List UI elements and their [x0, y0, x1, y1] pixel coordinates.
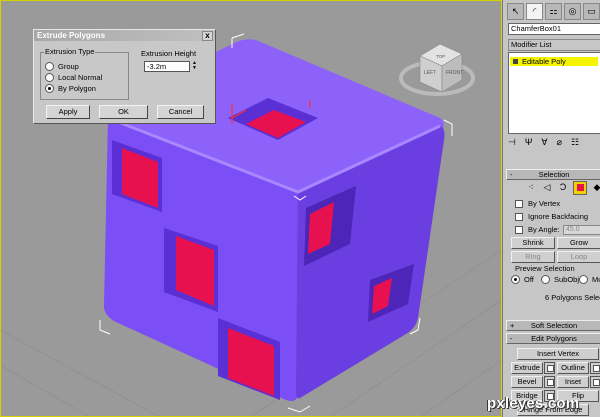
show-end-result-icon[interactable]: Ψ — [525, 137, 533, 151]
dialog-close-button[interactable]: x — [202, 31, 213, 41]
extrusion-type-label: Extrusion Type — [44, 47, 96, 56]
ok-button[interactable]: OK — [99, 105, 148, 119]
radio-group[interactable]: Group — [45, 62, 79, 71]
by-angle-checkbox[interactable]: By Angle: — [515, 225, 560, 234]
remove-modifier-icon[interactable]: ⌀ — [557, 137, 562, 151]
vertex-icon[interactable]: ⁖ — [525, 181, 537, 193]
dialog-title-bar[interactable]: Extrude Polygons x — [34, 30, 215, 41]
create-tab-icon[interactable]: ↖ — [507, 3, 524, 20]
radio-by-polygon-label: By Polygon — [58, 84, 96, 93]
inset-button[interactable]: Inset — [557, 376, 589, 388]
viewcube-top-label: TOP — [436, 54, 445, 59]
make-unique-icon[interactable]: ∀ — [541, 137, 547, 151]
selection-rollout-header[interactable]: - Selection — [506, 169, 600, 180]
radio-group-label: Group — [58, 62, 79, 71]
pin-stack-icon[interactable]: ⊣ — [508, 137, 516, 151]
preview-off-radio[interactable]: Off — [511, 275, 534, 284]
radio-button[interactable] — [45, 73, 54, 82]
bevel-button[interactable]: Bevel — [511, 376, 543, 388]
stack-item-label: Editable Poly — [522, 57, 566, 66]
edit-polygons-title: Edit Polygons — [531, 334, 577, 343]
angle-field[interactable]: 45.0 — [563, 225, 600, 235]
stack-tools: ⊣ Ψ ∀ ⌀ ☷ — [508, 137, 600, 151]
modifier-stack[interactable]: Editable Poly — [508, 52, 600, 134]
apply-button[interactable]: Apply — [46, 105, 90, 119]
by-angle-label: By Angle: — [528, 225, 560, 234]
extrude-polygons-dialog: Extrude Polygons x Extrusion Type Group … — [33, 29, 216, 124]
insert-vertex-button[interactable]: Insert Vertex — [517, 348, 599, 360]
checkbox-box[interactable] — [515, 199, 523, 208]
radio-button[interactable] — [541, 275, 550, 284]
rollout-collapse-sign: - — [510, 334, 513, 343]
preview-multi-label: Mu — [592, 275, 600, 284]
extrusion-height-label: Extrusion Height — [141, 49, 197, 58]
outline-button[interactable]: Outline — [557, 362, 589, 374]
edge-icon[interactable]: ◁ — [541, 181, 553, 193]
display-tab-icon[interactable]: ▭ — [583, 3, 600, 20]
ignore-backfacing-label: Ignore Backfacing — [528, 212, 589, 221]
ring-button[interactable]: Ring — [511, 251, 555, 263]
grow-button[interactable]: Grow — [557, 237, 600, 249]
radio-by-polygon[interactable]: By Polygon — [45, 84, 96, 93]
hierarchy-tab-icon[interactable]: ⚏ — [545, 3, 562, 20]
border-icon[interactable]: Ɔ — [557, 181, 569, 193]
edit-polygons-rollout-header[interactable]: - Edit Polygons — [506, 333, 600, 344]
preview-multi-radio[interactable]: Mu — [579, 275, 600, 284]
configure-modifier-sets-icon[interactable]: ☷ — [571, 137, 579, 151]
extrude-button[interactable]: Extrude — [511, 362, 543, 374]
checkbox-box[interactable] — [515, 212, 523, 221]
panel-tabs: ↖ ◜ ⚏ ◎ ▭ ✦ — [507, 3, 600, 20]
radio-button-selected[interactable] — [45, 84, 54, 93]
viewcube[interactable] — [399, 43, 475, 96]
shrink-button[interactable]: Shrink — [511, 237, 555, 249]
bevel-settings-button[interactable] — [544, 376, 555, 388]
stack-item-editable-poly[interactable]: Editable Poly — [510, 57, 598, 66]
preview-selection-label: Preview Selection — [515, 264, 575, 273]
radio-button[interactable] — [579, 275, 588, 284]
loop-button[interactable]: Loop — [557, 251, 600, 263]
extrusion-height-field[interactable]: -3.2m — [144, 61, 190, 72]
preview-off-label: Off — [524, 275, 534, 284]
extrude-settings-button[interactable] — [544, 362, 555, 374]
radio-local-normal-label: Local Normal — [58, 73, 103, 82]
modify-tab-icon[interactable]: ◜ — [526, 3, 543, 20]
ignore-backfacing-checkbox[interactable]: Ignore Backfacing — [515, 212, 588, 221]
object-name-field[interactable]: ChamferBox01 — [508, 23, 600, 35]
selection-status: 6 Polygons Selected — [545, 293, 600, 302]
modifier-list-dropdown[interactable]: Modifier List — [508, 39, 600, 51]
preview-subobj-label: SubObj — [554, 275, 580, 284]
motion-tab-icon[interactable]: ◎ — [564, 3, 581, 20]
expand-icon[interactable] — [513, 59, 518, 64]
preview-subobj-radio[interactable]: SubObj — [541, 275, 579, 284]
watermark: pxleyes.com — [487, 395, 580, 412]
spinner-arrows-icon[interactable]: ▲ ▼ — [192, 61, 198, 71]
radio-button-selected[interactable] — [511, 275, 520, 284]
viewcube-front-label: FRONT — [446, 70, 463, 76]
subobject-level-icons: ⁖ ◁ Ɔ ◆ — [525, 181, 600, 195]
command-panel: ↖ ◜ ⚏ ◎ ▭ ✦ ChamferBox01 Modifier List E… — [502, 0, 600, 417]
inset-settings-button[interactable] — [590, 376, 600, 388]
dialog-title: Extrude Polygons — [37, 31, 106, 40]
checkbox-box[interactable] — [515, 225, 523, 234]
cancel-button[interactable]: Cancel — [157, 105, 204, 119]
element-icon[interactable]: ◆ — [591, 181, 600, 193]
radio-local-normal[interactable]: Local Normal — [45, 73, 102, 82]
outline-settings-button[interactable] — [590, 362, 600, 374]
soft-selection-title: Soft Selection — [530, 321, 578, 330]
by-vertex-label: By Vertex — [528, 199, 561, 208]
polygon-icon[interactable] — [573, 181, 587, 195]
radio-button[interactable] — [45, 62, 54, 71]
perspective-viewport[interactable]: TOP LEFT FRONT Extrude Polygons x Extrus… — [0, 0, 502, 417]
viewcube-left-label: LEFT — [424, 70, 436, 76]
soft-selection-rollout-header[interactable]: + Soft Selection — [506, 320, 600, 331]
by-vertex-checkbox[interactable]: By Vertex — [515, 199, 560, 208]
selection-rollout-title: Selection — [538, 170, 570, 179]
rollout-collapse-sign: - — [510, 170, 513, 179]
rollout-expand-sign: + — [510, 321, 515, 330]
